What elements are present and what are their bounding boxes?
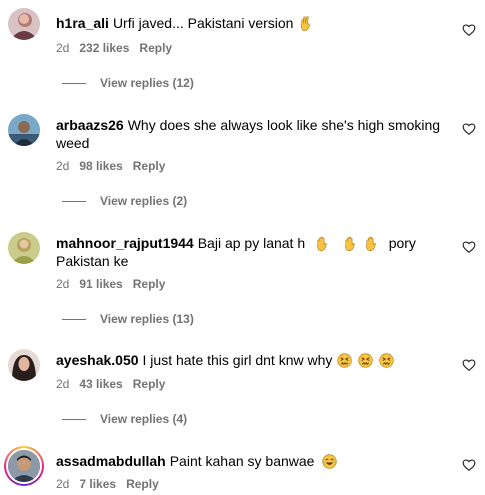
avatar[interactable]	[8, 232, 40, 264]
likes-count[interactable]: 91 likes	[79, 277, 122, 291]
comment-time: 2d	[56, 477, 70, 491]
reply-button[interactable]: Reply	[126, 477, 159, 491]
comment-time: 2d	[56, 159, 70, 173]
comment-text: arbaazs26 Why does she always look like s…	[56, 117, 441, 151]
heart-outline-icon[interactable]	[462, 358, 476, 372]
username-link[interactable]: ayeshak.050	[56, 352, 139, 368]
reply-button[interactable]: Reply	[133, 159, 166, 173]
username-link[interactable]: mahnoor_rajput1944	[56, 235, 194, 251]
heart-outline-icon[interactable]	[462, 458, 476, 472]
comment-time: 2d	[56, 277, 70, 291]
reply-button[interactable]: Reply	[133, 377, 166, 391]
comment-meta: 2d 43 likes Reply	[56, 376, 175, 392]
username-link[interactable]: arbaazs26	[56, 117, 124, 133]
confounded-face-emoji-icon	[358, 353, 373, 368]
heart-outline-icon[interactable]	[462, 122, 476, 136]
comment-meta: 2d 98 likes Reply	[56, 158, 175, 174]
story-avatar[interactable]	[4, 446, 44, 486]
avatar[interactable]	[8, 349, 40, 381]
likes-count[interactable]: 232 likes	[79, 41, 129, 55]
raised-hand-emoji-icon	[317, 236, 327, 251]
avatar[interactable]	[8, 114, 40, 146]
comment-time: 2d	[56, 377, 70, 391]
comment-time: 2d	[56, 41, 70, 55]
comment-text: mahnoor_rajput1944 Baji ap py lanat h por…	[56, 235, 416, 269]
raised-hand-emoji-icon	[366, 236, 376, 251]
view-replies-button[interactable]: View replies (12)	[62, 75, 194, 91]
heart-outline-icon[interactable]	[462, 240, 476, 254]
reply-button[interactable]: Reply	[139, 41, 172, 55]
likes-count[interactable]: 43 likes	[79, 377, 122, 391]
comment-text: h1ra_ali Urfi javed... Pakistani version	[56, 14, 442, 32]
view-replies-button[interactable]: View replies (2)	[62, 193, 187, 209]
likes-count[interactable]: 7 likes	[79, 477, 116, 491]
confounded-face-emoji-icon	[337, 353, 352, 368]
avatar[interactable]	[8, 8, 40, 40]
confounded-face-emoji-icon	[379, 353, 394, 368]
comment-meta: 2d 7 likes Reply	[56, 476, 169, 492]
tears-of-joy-emoji-icon	[322, 454, 337, 469]
username-link[interactable]: assadmabdullah	[56, 453, 166, 469]
comment-meta: 2d 91 likes Reply	[56, 276, 175, 292]
comment-meta: 2d 232 likes Reply	[56, 40, 182, 56]
view-replies-button[interactable]: View replies (4)	[62, 411, 187, 427]
likes-count[interactable]: 98 likes	[79, 159, 122, 173]
victory-hand-emoji-icon	[301, 16, 311, 31]
view-replies-button[interactable]: View replies (13)	[62, 311, 194, 327]
comment-text: assadmabdullah Paint kahan sy banwae	[56, 452, 442, 470]
heart-outline-icon[interactable]	[462, 23, 476, 37]
comment-text: ayeshak.050 I just hate this girl dnt knw…	[56, 351, 442, 369]
raised-hand-emoji-icon	[345, 236, 355, 251]
reply-button[interactable]: Reply	[133, 277, 166, 291]
username-link[interactable]: h1ra_ali	[56, 15, 109, 31]
